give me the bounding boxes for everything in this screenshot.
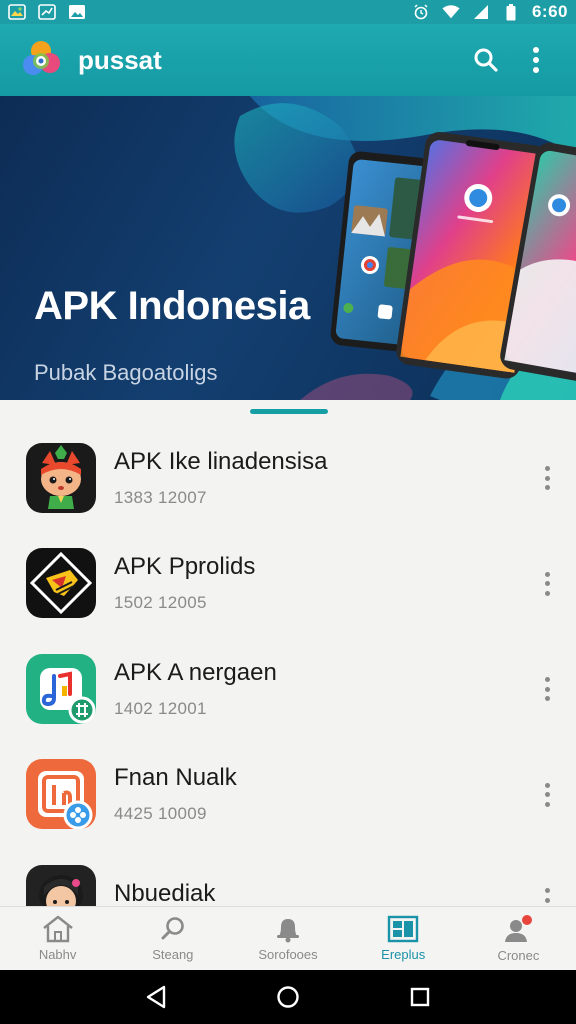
app-title: pussat — [78, 44, 162, 75]
app-info: APK A nergaen 1402 12001 — [114, 659, 277, 719]
signal-icon — [472, 4, 490, 20]
alarm-icon — [412, 4, 430, 20]
photo-icon — [68, 4, 86, 20]
item-more-button[interactable] — [536, 461, 558, 495]
app-logo — [23, 41, 60, 75]
nav-label: Nabhv — [38, 947, 77, 962]
orange-app-icon — [26, 759, 96, 830]
nav-item-search[interactable]: Steang — [115, 907, 230, 970]
more-vert-icon — [533, 47, 539, 73]
recents-icon — [410, 987, 430, 1007]
nav-item-notifications[interactable]: Sorofooes — [230, 907, 345, 970]
app-info: APK Ike linadensisa 1383 12007 — [114, 448, 327, 508]
nav-item-explore[interactable]: Ereplus — [346, 907, 461, 970]
hero-subtitle: Pubak Bagoatoligs — [34, 360, 218, 385]
app-info: APK Pprolids 1502 12005 — [114, 553, 255, 613]
system-back-button[interactable] — [139, 980, 173, 1014]
system-home-button[interactable] — [271, 980, 305, 1014]
yellow-diamond-icon — [26, 548, 96, 619]
list-item[interactable]: APK Ike linadensisa 1383 12007 — [0, 425, 576, 531]
nav-label: Sorofooes — [258, 947, 318, 962]
battery-icon — [502, 3, 520, 20]
app-name: APK Ike linadensisa — [114, 447, 328, 475]
app-meta: 1502 12005 — [114, 593, 207, 613]
system-navigation — [0, 970, 576, 1024]
overflow-menu-button[interactable] — [516, 40, 556, 80]
home-icon — [42, 915, 73, 943]
notification-image-icon — [8, 4, 26, 20]
music-note-icon — [26, 653, 96, 724]
app-meta: 1402 12001 — [114, 698, 207, 718]
app-name: APK A nergaen — [114, 658, 277, 686]
grid-icon — [388, 915, 419, 943]
item-more-button[interactable] — [536, 778, 558, 812]
fox-character-icon — [26, 442, 96, 513]
nav-item-profile[interactable]: Cronec — [461, 907, 576, 970]
bottom-navigation: Nabhv Steang Sorofooes Ereplus Cronec — [0, 906, 576, 970]
app-meta: 4425 10009 — [114, 804, 207, 824]
sheet-handle[interactable] — [250, 409, 328, 414]
hero-banner[interactable]: APK Indonesia Pubak Bagoatoligs — [0, 96, 576, 400]
search-button[interactable] — [466, 40, 506, 80]
home-circle-icon — [277, 986, 299, 1008]
hero-title: APK Indonesia — [34, 284, 310, 328]
profile-icon — [505, 915, 533, 942]
app-name: Fnan Nualk — [114, 764, 237, 792]
list-item[interactable]: APK A nergaen 1402 12001 — [0, 636, 576, 742]
screen: 6:60 pussat APK Indonesia Pubak Bagoatol… — [0, 0, 576, 1024]
nav-label: Cronec — [497, 948, 540, 963]
chart-icon — [38, 4, 56, 20]
app-bar: pussat — [0, 24, 576, 96]
bell-icon — [277, 919, 299, 943]
system-recents-button[interactable] — [403, 980, 437, 1014]
nav-label: Ereplus — [381, 947, 426, 962]
app-name: APK Pprolids — [114, 553, 256, 581]
status-right: 6:60 — [412, 2, 568, 22]
status-bar: 6:60 — [0, 0, 576, 24]
item-more-button[interactable] — [536, 567, 558, 601]
status-time: 6:60 — [531, 2, 568, 21]
app-meta: 1383 12007 — [114, 487, 207, 507]
app-list: APK Ike linadensisa 1383 12007 APK Pprol… — [0, 425, 576, 953]
list-item[interactable]: APK Pprolids 1502 12005 — [0, 531, 576, 637]
hero-artwork — [234, 96, 576, 400]
nav-label: Steang — [152, 947, 194, 962]
item-more-button[interactable] — [536, 672, 558, 706]
search-icon — [161, 917, 184, 940]
app-info: Fnan Nualk 4425 10009 — [114, 764, 237, 824]
nav-item-home[interactable]: Nabhv — [0, 907, 115, 970]
back-icon — [146, 985, 166, 1009]
list-item[interactable]: Fnan Nualk 4425 10009 — [0, 742, 576, 848]
status-left — [8, 4, 86, 20]
search-icon — [474, 48, 498, 72]
app-name: Nbuediak — [114, 879, 216, 907]
wifi-icon — [442, 4, 460, 20]
